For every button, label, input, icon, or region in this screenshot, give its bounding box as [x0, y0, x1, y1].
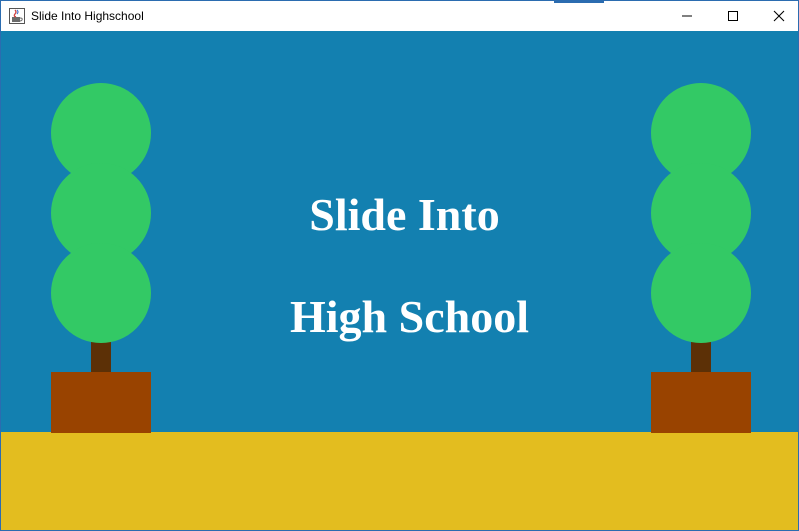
ground [1, 432, 798, 530]
maximize-icon [728, 11, 738, 21]
tree-pot [651, 372, 751, 433]
minimize-icon [682, 15, 692, 17]
game-title-line-2: High School [289, 291, 529, 342]
game-title-line-1: Slide Into [309, 189, 500, 240]
close-button[interactable] [756, 1, 798, 31]
minimize-button[interactable] [664, 1, 710, 31]
close-icon [773, 10, 785, 22]
title-bar[interactable]: Slide Into Highschool [1, 1, 798, 31]
title-bar-accent [554, 1, 604, 3]
tree-pot [51, 372, 151, 433]
maximize-button[interactable] [710, 1, 756, 31]
app-window: Slide Into Highschool Slide Into High Sc… [0, 0, 799, 531]
java-cup-icon[interactable] [9, 8, 25, 24]
window-title: Slide Into Highschool [31, 9, 144, 23]
game-canvas[interactable]: Slide Into High School [1, 31, 798, 530]
